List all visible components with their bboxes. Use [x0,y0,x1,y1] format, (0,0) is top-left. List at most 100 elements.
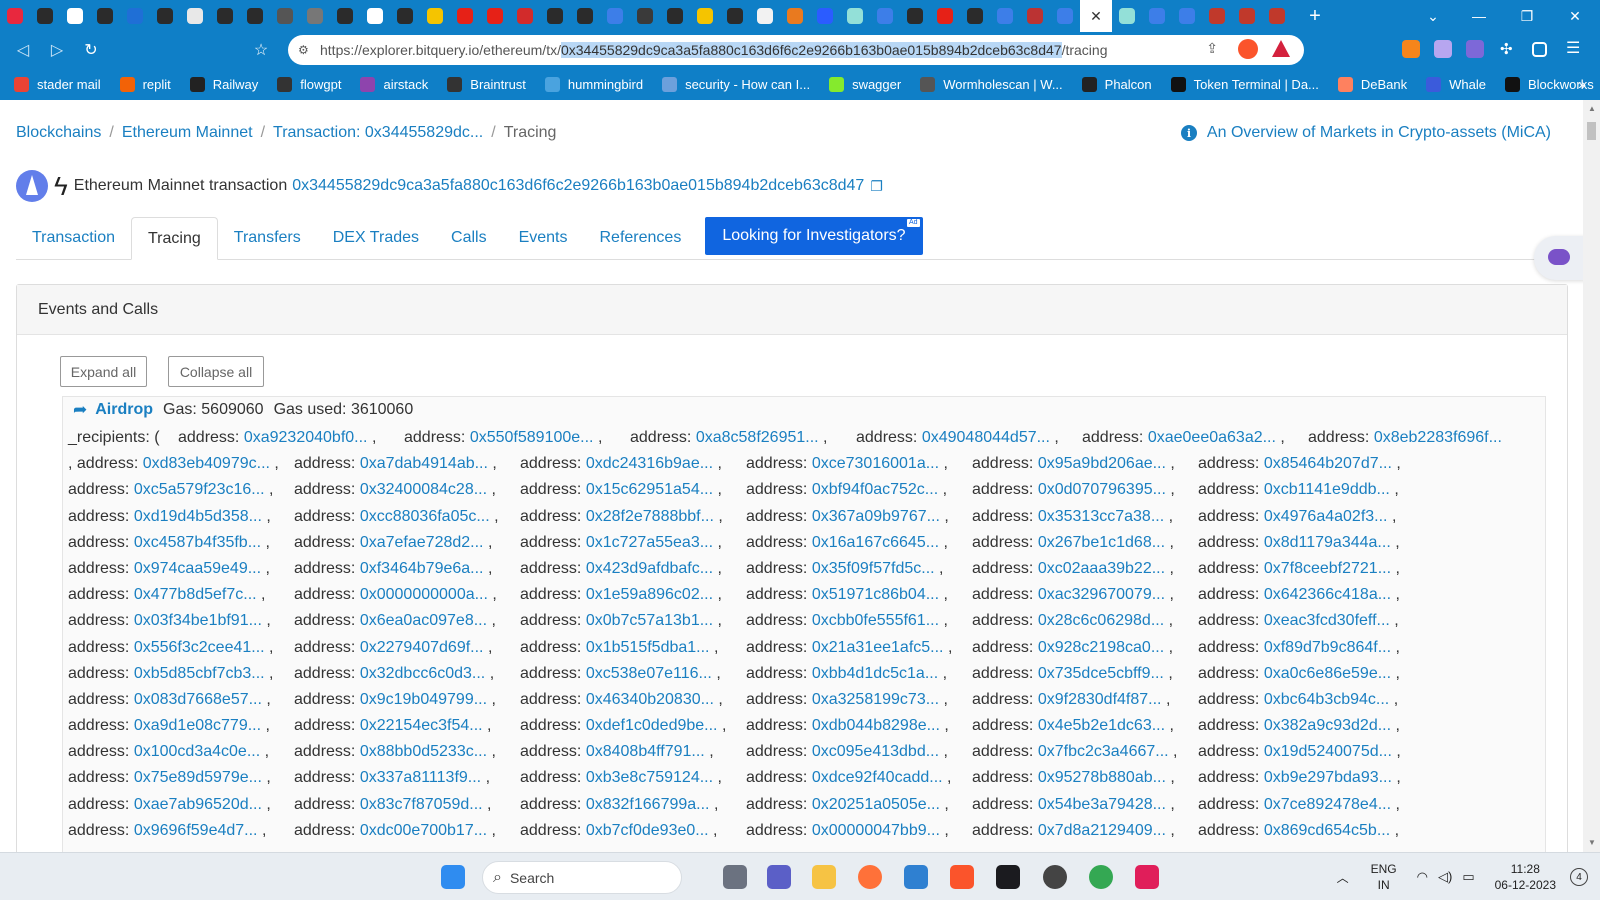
browser-tab[interactable] [120,0,150,32]
recipient-address-link[interactable]: 0x51971c86b04... [812,586,939,603]
extension-icon[interactable] [1466,40,1484,58]
recipient-address-link[interactable]: 0x32400084c28... [360,481,487,498]
browser-tab[interactable] [1050,0,1080,32]
app-icon[interactable] [1043,865,1067,889]
firefox-icon[interactable] [858,865,882,889]
browser-tab[interactable] [720,0,750,32]
language-indicator[interactable]: ENG IN [1371,861,1397,893]
recipient-address-link[interactable]: 0xb5d85cbf7cb3... [134,665,265,682]
recipient-address-link[interactable]: 0x83c7f87059d... [360,796,483,813]
chrome-icon[interactable] [1089,865,1113,889]
recipient-address-link[interactable]: 0xcb1141e9ddb... [1264,481,1390,498]
browser-tab[interactable] [270,0,300,32]
recipient-address-link[interactable]: 0xb3e8c759124... [586,769,713,786]
recipient-address-link[interactable]: 0x00000047bb9... [812,822,940,839]
recipient-address-link[interactable]: 0x15c62951a54... [586,481,713,498]
collapse-all-button[interactable]: Collapse all [168,356,264,387]
new-tab-button[interactable]: + [1300,5,1330,28]
recipient-address-link[interactable]: 0xb9e297bda93... [1264,769,1392,786]
browser-tab[interactable] [1232,0,1262,32]
recipient-address-link[interactable]: 0xf3464b79e6a... [360,560,484,577]
browser-tab[interactable] [150,0,180,32]
recipient-address-link[interactable]: 0x382a9c93d2d... [1264,717,1391,734]
volume-icon[interactable]: ◁) [1438,869,1452,885]
browser-tab[interactable] [420,0,450,32]
browser-tab[interactable] [390,0,420,32]
recipient-address-link[interactable]: 0x8d1179a344a... [1264,534,1391,551]
bookmark-item[interactable]: Phalcon [1081,76,1152,92]
address-bar[interactable]: ⚙ https://explorer.bitquery.io/ethereum/… [288,35,1304,65]
browser-tab[interactable] [450,0,480,32]
browser-tab[interactable] [210,0,240,32]
tab-transfers[interactable]: Transfers [218,217,317,259]
chat-assistant-bot[interactable] [1534,236,1583,280]
browser-tab[interactable] [90,0,120,32]
browser-tab[interactable] [840,0,870,32]
recipient-address-link[interactable]: 0x95278b880ab... [1038,769,1166,786]
recipient-address-link[interactable]: 0x6ea0ac097e8... [360,612,487,629]
browser-tab[interactable] [960,0,990,32]
recipient-address-link[interactable]: 0x1b515f5dba1... [586,639,710,656]
close-window-button[interactable]: ✕ [1552,0,1598,32]
bookmark-item[interactable]: Wormholescan | W... [920,76,1063,92]
recipient-address-link[interactable]: 0xdef1c0ded9be... [586,717,718,734]
reload-icon[interactable]: ↻ [74,35,108,65]
bookmark-item[interactable]: Whale [1426,76,1486,92]
bookmark-item[interactable]: DeBank [1337,76,1407,92]
recipient-address-link[interactable]: 0xbf94f0ac752c... [812,481,938,498]
recipient-address-link[interactable]: 0x4e5b2e1dc63... [1038,717,1165,734]
recipient-address-link[interactable]: 0x7fbc2c3a4667... [1038,743,1169,760]
browser-tab[interactable] [60,0,90,32]
recipient-address-link[interactable]: 0xbb4d1dc5c1a... [812,665,938,682]
task-view-icon[interactable] [723,865,747,889]
recipient-address-link[interactable]: 0x0d070796395... [1038,481,1166,498]
recipient-address-link[interactable]: 0x337a81113f9... [360,769,481,786]
brave-browser-icon[interactable] [950,865,974,889]
browser-tab[interactable] [690,0,720,32]
recipient-address-link[interactable]: 0x7f8ceebf2721... [1264,560,1391,577]
windows-start-icon[interactable] [441,865,465,889]
recipient-address-link[interactable]: 0x7ce892478e4... [1264,796,1391,813]
expand-all-button[interactable]: Expand all [60,356,147,387]
recipient-address-link[interactable]: 0x735dce5cbff9... [1038,665,1164,682]
battery-icon[interactable]: ▭ [1462,869,1474,885]
scroll-down-arrow-icon[interactable]: ▼ [1588,838,1596,847]
recipient-address-link[interactable]: 0x03f34be1bf91... [134,612,262,629]
recipient-address-link[interactable]: 0xa9232040bf0... [244,429,368,446]
page-scrollbar[interactable]: ▲ ▼ [1583,100,1600,852]
brave-shields-icon[interactable] [1238,39,1258,59]
recipient-address-link[interactable]: 0x0000000000a... [360,586,488,603]
recipient-address-link[interactable]: 0x974caa59e49... [134,560,261,577]
recipient-address-link[interactable]: 0x49048044d57... [922,429,1050,446]
site-info-icon[interactable]: ⚙ [298,43,320,57]
recipient-address-link[interactable]: 0x267be1c1d68... [1038,534,1165,551]
extensions-puzzle-icon[interactable]: ✣ [1500,40,1518,58]
recipient-address-link[interactable]: 0xac329670079... [1038,586,1165,603]
copy-icon[interactable]: ❐ [870,178,883,195]
metamask-extension-icon[interactable] [1402,40,1420,58]
more-bookmarks-icon[interactable]: » [1578,76,1586,92]
browser-tab[interactable] [630,0,660,32]
browser-tab[interactable] [990,0,1020,32]
recipient-address-link[interactable]: 0xae7ab96520d... [134,796,262,813]
scrollbar-thumb[interactable] [1587,122,1596,140]
browser-tab[interactable] [330,0,360,32]
browser-tab[interactable] [480,0,510,32]
bookmark-item[interactable]: flowgpt [277,76,341,92]
breadcrumb-transaction[interactable]: Transaction: 0x34455829dc... [273,124,483,141]
scroll-up-arrow-icon[interactable]: ▲ [1588,104,1596,113]
browser-tab[interactable] [570,0,600,32]
maximize-window-button[interactable]: ❐ [1504,0,1550,32]
recipient-address-link[interactable]: 0xae0ee0a63a2... [1148,429,1276,446]
breadcrumb-ethereum-mainnet[interactable]: Ethereum Mainnet [122,124,253,141]
recipient-address-link[interactable]: 0x88bb0d5233c... [360,743,487,760]
forward-arrow-icon[interactable]: ▷ [40,35,74,65]
recipient-address-link[interactable]: 0xc095e413dbd... [812,743,939,760]
recipient-address-link[interactable]: 0xc4587b4f35fb... [134,534,261,551]
mica-overview-link[interactable]: i An Overview of Markets in Crypto-asset… [1180,124,1551,142]
recipient-address-link[interactable]: 0xc538e07e116... [586,665,712,682]
recipient-address-link[interactable]: 0x21a31ee1afc5... [812,639,944,656]
recipient-address-link[interactable]: 0x9696f59e4d7... [134,822,258,839]
recipient-address-link[interactable]: 0x869cd654c5b... [1264,822,1390,839]
file-explorer-icon[interactable] [812,865,836,889]
